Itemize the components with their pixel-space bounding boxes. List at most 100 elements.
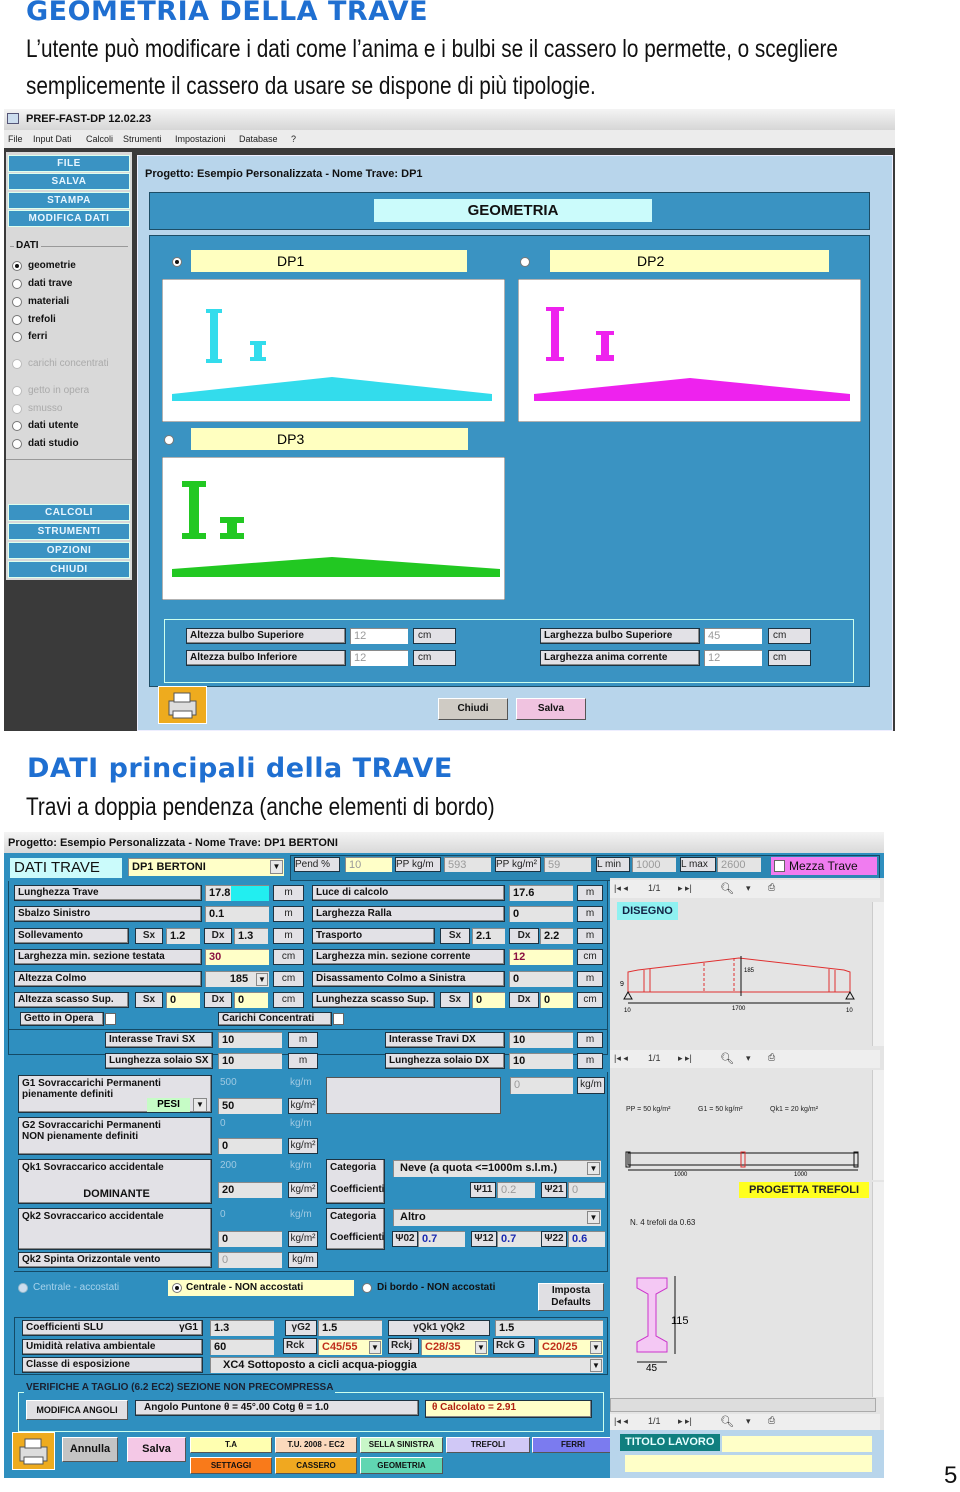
input-larghezza-bulbo-sup[interactable]: 45 — [704, 628, 762, 644]
chevron-down-icon[interactable]: ▼ — [590, 1359, 602, 1372]
g2-input[interactable]: 0 — [218, 1138, 282, 1154]
solaio-sx-input[interactable]: 10 — [218, 1053, 282, 1069]
printer-icon[interactable]: ⎙ — [768, 882, 775, 893]
sidebar-button-file[interactable]: FILE — [8, 155, 130, 172]
chevron-down-icon[interactable]: ▼ — [369, 1341, 381, 1354]
chevron-down-icon[interactable]: ▾ — [746, 883, 751, 894]
radio-centrale-accostati[interactable]: Centrale - accostati — [18, 1281, 143, 1296]
rckg-select[interactable]: C20/25 ▼ — [538, 1339, 603, 1355]
print-button[interactable] — [12, 1432, 55, 1470]
trave-select[interactable]: DP1 BERTONI ▼ — [128, 858, 284, 876]
next-page-icon[interactable]: ▸ ▸| — [678, 1053, 692, 1064]
button-trefoli[interactable]: TREFOLI — [446, 1437, 530, 1453]
psi12-value[interactable]: 0.7 — [497, 1231, 545, 1247]
radio-dp2[interactable] — [520, 257, 530, 267]
imposta-defaults-button[interactable]: Imposta Defaults — [538, 1283, 604, 1311]
modifica-angoli-button[interactable]: MODIFICA ANGOLI — [26, 1400, 128, 1420]
input-altezza-bulbo-sup[interactable]: 12 — [350, 628, 408, 644]
row-input[interactable]: 0 — [509, 906, 573, 922]
first-page-icon[interactable]: |◂ ◂ — [614, 1053, 628, 1064]
radio-dp1[interactable] — [172, 257, 182, 267]
button-sella-sinistra[interactable]: SELLA SINISTRA — [360, 1437, 443, 1453]
mezza-trave-toggle[interactable]: Mezza Trave — [771, 857, 877, 875]
sx-input[interactable]: 2.1 — [472, 928, 505, 944]
qk2-input[interactable]: 0 — [218, 1231, 282, 1247]
chevron-down-icon[interactable]: ▼ — [256, 973, 268, 986]
input-larghezza-anima[interactable]: 12 — [704, 650, 762, 666]
zoom-icon[interactable]: 🔍︎ — [720, 1415, 734, 1428]
chevron-down-icon[interactable]: ▼ — [270, 860, 283, 874]
row-input[interactable]: 0.1 — [205, 906, 269, 922]
menu-database[interactable]: Database — [239, 134, 278, 144]
g1-input[interactable]: 50 — [218, 1098, 282, 1114]
psi02-value[interactable]: 0.7 — [418, 1231, 465, 1247]
sidebar-button-chiudi[interactable]: CHIUDI — [8, 561, 130, 578]
getto-in-opera-checkbox[interactable] — [105, 1013, 116, 1025]
printer-icon[interactable]: ⎙ — [768, 1052, 775, 1063]
radio-dp3[interactable] — [164, 435, 174, 445]
chevron-down-icon[interactable]: ▼ — [193, 1098, 207, 1112]
pesi-button[interactable]: PESI — [147, 1098, 190, 1112]
radio-centrale-non-accostati[interactable]: Centrale - NON accostati — [168, 1280, 354, 1296]
gamma-g2-input[interactable]: 1.5 — [318, 1320, 382, 1336]
qk1-categoria-select[interactable]: Neve (a quota <=1000m s.l.m.) ▼ — [393, 1160, 601, 1177]
button-settaggi[interactable]: SETTAGGI — [190, 1457, 272, 1474]
sidebar-button-strumenti[interactable]: STRUMENTI — [8, 523, 130, 540]
pend-input[interactable]: 10 — [345, 857, 392, 872]
menu-file[interactable]: File — [8, 134, 23, 144]
rck-select[interactable]: C45/55 ▼ — [318, 1339, 382, 1355]
mezza-trave-checkbox[interactable] — [774, 860, 785, 872]
dx-input[interactable]: 0 — [234, 992, 268, 1008]
first-page-icon[interactable]: |◂ ◂ — [614, 883, 628, 894]
row-input[interactable]: 17.8 — [205, 885, 269, 901]
classe-esposizione-select[interactable]: XC4 Sottoposto a cicli acqua-pioggia ▼ — [210, 1357, 603, 1373]
rckj-select[interactable]: C28/35 ▼ — [421, 1339, 488, 1355]
save-button[interactable]: Salva — [516, 698, 586, 720]
input-altezza-bulbo-inf[interactable]: 12 — [350, 650, 408, 666]
psi22-value[interactable]: 0.6 — [568, 1231, 605, 1247]
gamma-qk-input[interactable]: 1.5 — [495, 1320, 603, 1336]
sidebar-button-salva[interactable]: SALVA — [8, 173, 130, 190]
vertical-scrollbar[interactable] — [872, 1182, 884, 1397]
qk2-categoria-select[interactable]: Altro ▼ — [393, 1209, 601, 1226]
sidebar-button-calcoli[interactable]: CALCOLI — [8, 504, 130, 521]
row-input[interactable]: 17.6 — [509, 885, 573, 901]
titolo-lavoro-input[interactable] — [722, 1436, 872, 1452]
beam-preview-dp3[interactable] — [162, 457, 505, 600]
next-page-icon[interactable]: ▸ ▸| — [678, 1416, 692, 1427]
button-t-u-2008-ec2[interactable]: T.U. 2008 - EC2 — [275, 1437, 357, 1453]
horizontal-scrollbar[interactable] — [610, 1398, 876, 1412]
next-page-icon[interactable]: ▸ ▸| — [678, 883, 692, 894]
sx-input[interactable]: 0 — [472, 992, 505, 1008]
beam-preview-dp1[interactable] — [162, 279, 505, 422]
button-salva[interactable]: Salva — [127, 1437, 186, 1462]
sx-input[interactable]: 0 — [166, 992, 200, 1008]
print-button[interactable] — [158, 686, 207, 724]
umidita-input[interactable]: 60 — [210, 1339, 274, 1355]
close-button[interactable]: Chiudi — [438, 698, 508, 720]
vertical-scrollbar[interactable] — [872, 1070, 884, 1180]
button-ferri[interactable]: FERRI — [532, 1437, 614, 1453]
qk1-input[interactable]: 20 — [218, 1182, 282, 1198]
row-input[interactable]: 12 — [509, 949, 573, 965]
solaio-dx-input[interactable]: 10 — [509, 1053, 573, 1069]
button-cassero[interactable]: CASSERO — [275, 1457, 357, 1474]
menu-impostazioni[interactable]: Impostazioni — [175, 134, 226, 144]
menu-calcoli[interactable]: Calcoli — [86, 134, 113, 144]
row-input[interactable]: 0 — [509, 971, 573, 987]
menu-input-dati[interactable]: Input Dati — [33, 134, 72, 144]
chevron-down-icon[interactable]: ▼ — [590, 1341, 602, 1354]
chevron-down-icon[interactable]: ▼ — [587, 1162, 600, 1175]
button-annulla[interactable]: Annulla — [62, 1437, 118, 1462]
chevron-down-icon[interactable]: ▾ — [746, 1416, 751, 1427]
chevron-down-icon[interactable]: ▼ — [587, 1211, 600, 1224]
carichi-concentrati-checkbox[interactable] — [333, 1013, 344, 1025]
beam-preview-dp2[interactable] — [518, 279, 861, 422]
dx-input[interactable]: 0 — [540, 992, 573, 1008]
button-geometria[interactable]: GEOMETRIA — [360, 1457, 443, 1474]
zoom-icon[interactable]: 🔍︎ — [720, 1052, 734, 1065]
vertical-scrollbar[interactable] — [872, 902, 884, 1046]
sx-input[interactable]: 1.2 — [166, 928, 200, 944]
printer-icon[interactable]: ⎙ — [768, 1415, 775, 1426]
gamma-g1-input[interactable]: 1.3 — [210, 1320, 274, 1336]
